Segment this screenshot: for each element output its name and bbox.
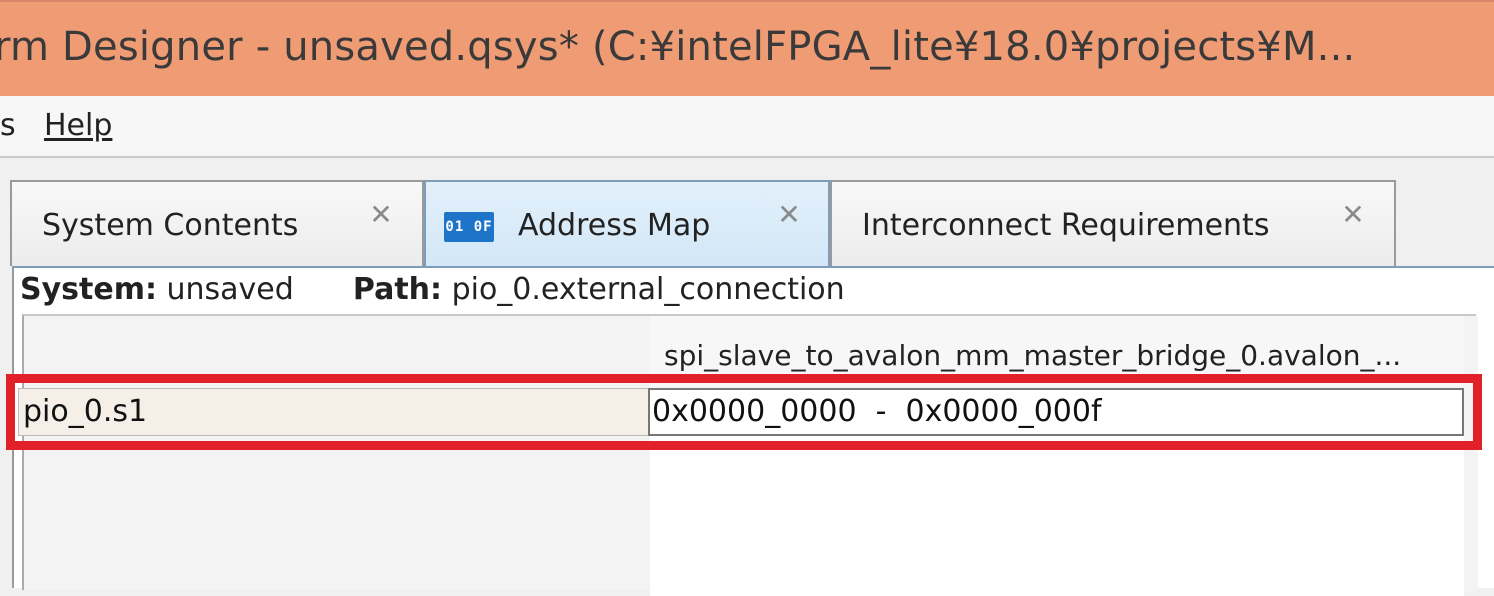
row-slave-name[interactable]: pio_0.s1 — [18, 388, 650, 436]
column-header-master[interactable]: spi_slave_to_avalon_mm_master_bridge_0.a… — [650, 316, 1464, 386]
close-tab-icon[interactable]: ✕ — [1340, 201, 1366, 229]
menu-item-tools[interactable]: s — [0, 108, 16, 143]
tab-strip: System Contents ✕ 01 0F Address Map ✕ In… — [0, 158, 1494, 266]
address-map-table: spi_slave_to_avalon_mm_master_bridge_0.a… — [18, 314, 1478, 596]
system-value: unsaved — [166, 272, 294, 307]
tab-interconnect-requirements[interactable]: Interconnect Requirements ✕ — [830, 180, 1396, 266]
tab-label: Address Map — [518, 208, 711, 243]
row-address-range-cell[interactable]: 0x0000_0000 - 0x0000_000f — [648, 388, 1464, 436]
tab-system-contents[interactable]: System Contents ✕ — [10, 180, 424, 266]
path-bar: System: unsaved Path: pio_0.external_con… — [20, 272, 845, 312]
system-label: System: — [20, 272, 157, 307]
table-right-margin — [1464, 316, 1478, 592]
window-title: rm Designer - unsaved.qsys* (C:¥intelFPG… — [0, 24, 1356, 70]
address-map-icon: 01 0F — [444, 212, 494, 242]
tab-address-map[interactable]: 01 0F Address Map ✕ — [424, 180, 830, 266]
path-value: pio_0.external_connection — [451, 272, 845, 307]
menu-item-help[interactable]: Help — [44, 108, 112, 143]
window-titlebar: rm Designer - unsaved.qsys* (C:¥intelFPG… — [0, 0, 1494, 96]
path-label: Path: — [352, 272, 443, 307]
empty-cell-area — [650, 436, 1464, 596]
menu-bar: s Help — [0, 96, 1494, 158]
close-tab-icon[interactable]: ✕ — [776, 201, 802, 229]
tab-label: System Contents — [42, 208, 299, 243]
close-tab-icon[interactable]: ✕ — [368, 201, 394, 229]
tab-label: Interconnect Requirements — [862, 208, 1270, 243]
address-map-panel: System: unsaved Path: pio_0.external_con… — [12, 266, 1494, 596]
